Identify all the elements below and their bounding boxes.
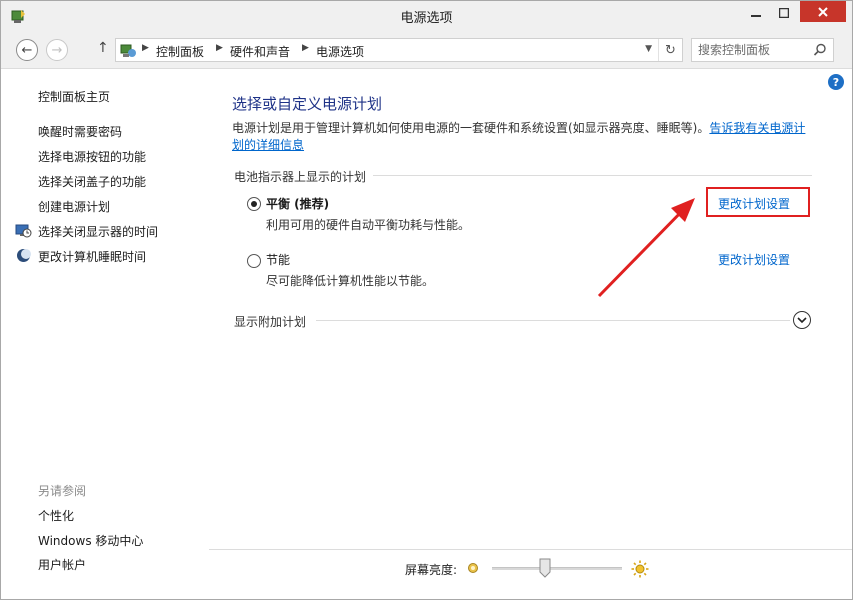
- battery-plans-heading: 电池指示器上显示的计划: [234, 170, 367, 184]
- plan-balanced-radio[interactable]: [247, 197, 261, 211]
- moon-icon: [17, 249, 31, 262]
- brightness-high-icon: [631, 560, 649, 578]
- expand-additional-plans-button[interactable]: [793, 311, 811, 329]
- brightness-low-icon: [468, 563, 478, 573]
- control-panel-icon: [120, 44, 136, 57]
- plan-power-saver-name[interactable]: 节能: [266, 251, 290, 268]
- sidebar-item-close-lid[interactable]: 选择关闭盖子的功能: [38, 173, 146, 190]
- divider: [316, 320, 790, 321]
- see-also-heading: 另请参阅: [38, 484, 87, 498]
- help-icon[interactable]: ?: [828, 74, 844, 90]
- breadcrumb-control-panel[interactable]: 控制面板: [156, 43, 204, 60]
- monitor-clock-icon: [15, 224, 32, 238]
- description-text: 电源计划是用于管理计算机如何使用电源的一套硬件和系统设置(如显示器亮度、睡眠等)…: [232, 121, 710, 135]
- title-bar: 电源选项: [1, 1, 852, 32]
- brightness-slider-thumb[interactable]: [539, 558, 551, 578]
- plan-balanced-name[interactable]: 平衡 (推荐): [266, 195, 329, 212]
- breadcrumb-separator: ▶: [302, 43, 309, 53]
- window-title: 电源选项: [400, 11, 453, 26]
- forward-button[interactable]: →: [46, 39, 68, 61]
- sidebar-item-sleep-time[interactable]: 更改计算机睡眠时间: [38, 248, 146, 265]
- breadcrumb-hardware-sound[interactable]: 硬件和声音: [230, 43, 290, 60]
- chevron-down-icon: [797, 317, 807, 324]
- brightness-label: 屏幕亮度:: [405, 563, 458, 577]
- plan-power-saver-radio[interactable]: [247, 254, 261, 268]
- breadcrumb-separator: ▶: [142, 43, 149, 53]
- maximize-icon: [779, 7, 789, 18]
- see-also-personalization[interactable]: 个性化: [38, 507, 74, 524]
- chevron-down-icon[interactable]: ▼: [645, 44, 652, 54]
- annotation-highlight-box: [706, 187, 810, 217]
- see-also-mobility-center[interactable]: Windows 移动中心: [38, 532, 143, 549]
- refresh-button[interactable]: ↻: [658, 39, 682, 61]
- breadcrumb-separator: ▶: [216, 43, 223, 53]
- annotation-arrow: [597, 198, 695, 298]
- see-also-user-accounts[interactable]: 用户帐户: [38, 556, 86, 573]
- search-input[interactable]: [698, 42, 808, 58]
- arrow-left-icon: ←: [21, 42, 33, 58]
- sidebar-item-control-panel-home[interactable]: 控制面板主页: [38, 88, 110, 105]
- sidebar-item-power-button[interactable]: 选择电源按钮的功能: [38, 148, 146, 165]
- divider: [373, 175, 812, 176]
- navigation-bar: ← → ↑ ▶ 控制面板 ▶ 硬件和声音 ▶ 电源选项 ▼ ↻: [1, 32, 852, 69]
- page-description: 电源计划是用于管理计算机如何使用电源的一套硬件和系统设置(如显示器亮度、睡眠等)…: [232, 120, 812, 154]
- page-title: 选择或自定义电源计划: [232, 95, 383, 113]
- up-button[interactable]: ↑: [97, 40, 109, 56]
- refresh-icon: ↻: [665, 42, 676, 58]
- search-box: [691, 38, 834, 62]
- power-options-window: 电源选项 ← → ↑ ▶ 控制面板 ▶ 硬件和声音 ▶ 电源选项 ▼ ↻ 搜索控…: [0, 0, 853, 600]
- brightness-slider-track[interactable]: [492, 567, 622, 570]
- maximize-button[interactable]: [770, 1, 798, 24]
- plan-power-saver-change-settings-link[interactable]: 更改计划设置: [718, 251, 790, 268]
- address-bar[interactable]: ▶ 控制面板 ▶ 硬件和声音 ▶ 电源选项 ▼ ↻: [115, 38, 683, 62]
- arrow-right-icon: →: [51, 42, 63, 58]
- back-button[interactable]: ←: [16, 39, 38, 61]
- sidebar-item-create-plan[interactable]: 创建电源计划: [38, 198, 110, 215]
- minimize-button[interactable]: [742, 1, 770, 24]
- plan-power-saver-description: 尽可能降低计算机性能以节能。: [266, 274, 435, 288]
- sidebar-item-require-password[interactable]: 唤醒时需要密码: [38, 123, 122, 140]
- show-additional-plans-label[interactable]: 显示附加计划: [234, 313, 306, 330]
- search-icon[interactable]: [813, 43, 827, 57]
- breadcrumb-power-options[interactable]: 电源选项: [316, 43, 364, 60]
- arrow-up-icon: ↑: [97, 40, 109, 56]
- divider: [209, 549, 852, 550]
- minimize-icon: [751, 14, 761, 17]
- close-icon: [818, 6, 828, 17]
- plan-balanced-description: 利用可用的硬件自动平衡功耗与性能。: [266, 218, 471, 232]
- sidebar-item-display-off-time[interactable]: 选择关闭显示器的时间: [38, 223, 158, 240]
- close-button[interactable]: [800, 1, 846, 22]
